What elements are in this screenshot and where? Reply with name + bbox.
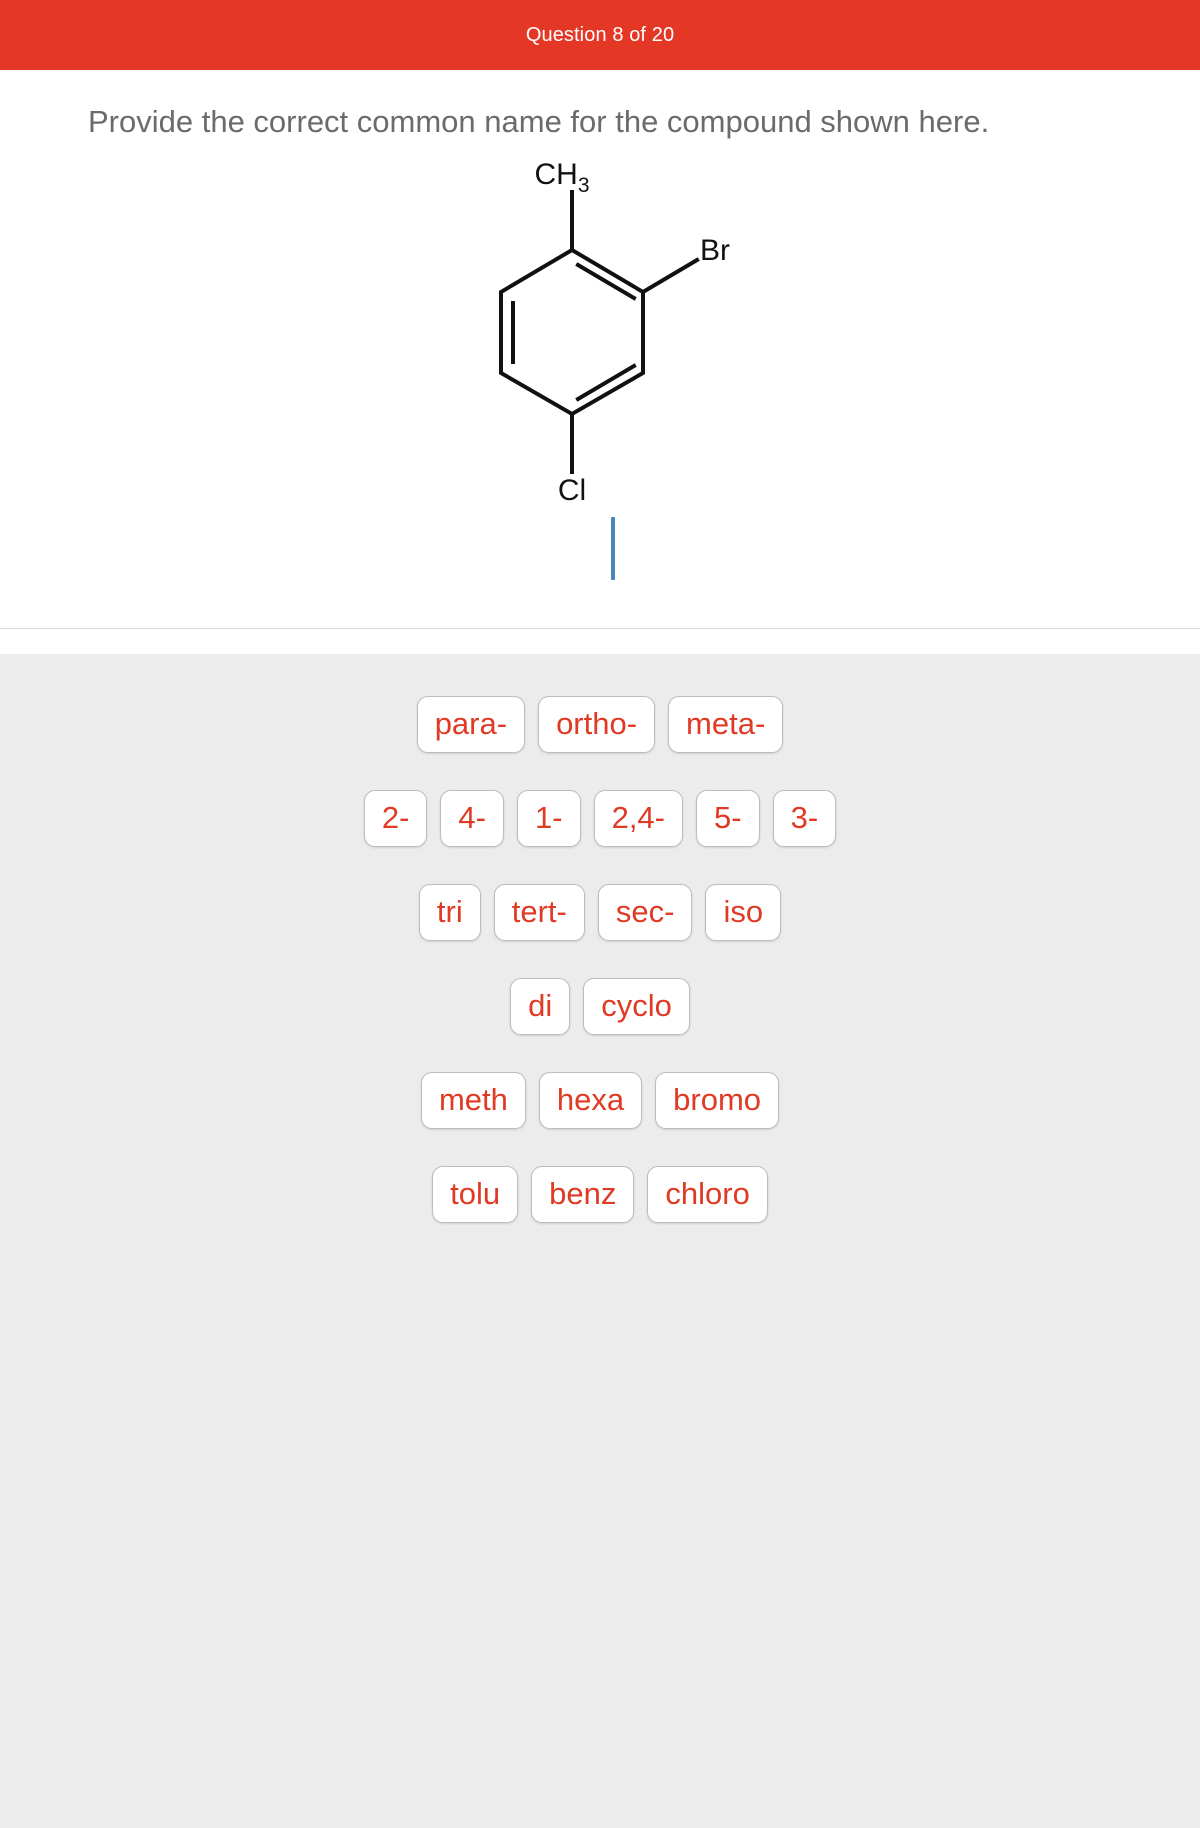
svg-text:CH3: CH3 [534, 158, 589, 197]
chip-row: di cyclo [0, 978, 1200, 1035]
answer-chip[interactable]: tolu [432, 1166, 519, 1223]
molecule-diagram: CH3 Br Cl [0, 140, 1200, 510]
chip-row: meth hexa bromo [0, 1072, 1200, 1129]
section-divider [0, 628, 1200, 629]
methyl-label: CH3 [534, 158, 589, 197]
answer-chip[interactable]: tri [418, 884, 481, 941]
answer-chip[interactable]: di [510, 978, 571, 1035]
answer-chip[interactable]: 3- [772, 790, 837, 847]
answer-chip[interactable]: 2,4- [593, 790, 683, 847]
answer-chip[interactable]: cyclo [583, 978, 690, 1035]
chlorine-label: Cl [558, 474, 586, 507]
answer-chip[interactable]: hexa [538, 1072, 643, 1129]
answer-chip[interactable]: meta- [668, 696, 784, 753]
answer-chip[interactable]: chloro [647, 1166, 768, 1223]
svg-text:Br: Br [700, 234, 730, 267]
answer-chip[interactable]: sec- [597, 884, 693, 941]
answer-text-caret [611, 517, 615, 581]
answer-input-row[interactable] [0, 510, 1200, 605]
question-counter-label: Question 8 of 20 [525, 23, 675, 46]
question-panel: Provide the correct common name for the … [0, 70, 1200, 628]
answer-chip[interactable]: ortho- [538, 696, 656, 753]
question-header-bar: Question 8 of 20 [0, 0, 1200, 70]
answer-chip[interactable]: para- [416, 696, 526, 753]
chip-row: para-ortho-meta- [0, 696, 1200, 753]
svg-text:Cl: Cl [558, 474, 586, 507]
question-prompt-text: Provide the correct common name for the … [88, 104, 990, 139]
answer-chip-tray: para-ortho-meta- 2- 4- 1- 2,4- 5- 3- tri tert-se… [0, 654, 1200, 1828]
answer-chip[interactable]: tert- [493, 884, 585, 941]
answer-chip[interactable]: bromo [655, 1072, 780, 1129]
answer-chip[interactable]: 5- [696, 790, 760, 847]
answer-chip[interactable]: meth [420, 1072, 526, 1129]
benzene-structure-svg: CH3 Br Cl [499, 158, 730, 507]
chip-row: tri tert-sec-iso [0, 884, 1200, 941]
answer-chip[interactable]: 1- [517, 790, 581, 847]
answer-chip[interactable]: 4- [440, 790, 504, 847]
answer-chip[interactable]: benz [531, 1166, 635, 1223]
divider-gap [0, 629, 1200, 654]
chip-row: 2- 4- 1- 2,4- 5- 3- [0, 790, 1200, 847]
answer-chip[interactable]: iso [705, 884, 782, 941]
answer-chip[interactable]: 2- [363, 790, 428, 847]
chip-row: tolu benz chloro [0, 1166, 1200, 1223]
bromine-label: Br [700, 234, 730, 267]
